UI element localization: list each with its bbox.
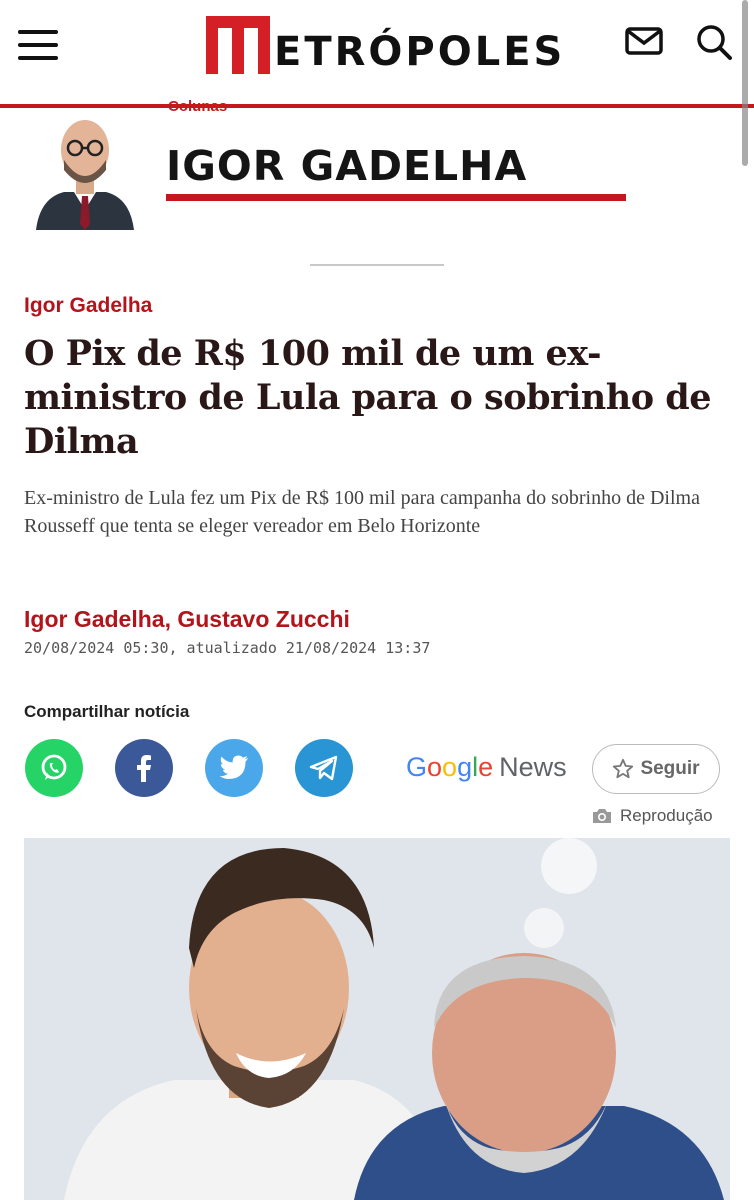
camera-icon [593,809,611,823]
whatsapp-share-button[interactable] [25,739,83,797]
twitter-share-button[interactable] [205,739,263,797]
article-photo[interactable] [24,838,730,1200]
twitter-icon [219,755,248,779]
site-header: ETRÓPOLES [0,0,754,104]
article-subtitle: Ex-ministro de Lula fez um Pix de R$ 100… [24,487,700,537]
google-letter: e [478,752,494,782]
columnist-underline [166,194,626,201]
photo-credit-text: Reprodução [620,806,713,825]
google-news-link[interactable]: Google News [406,752,567,783]
section-divider [310,264,444,266]
section-label[interactable]: Colunas [168,98,227,115]
star-icon [613,758,634,779]
columnist-avatar [34,112,136,230]
mail-icon[interactable] [624,22,664,58]
logo-m-mark [206,16,270,74]
follow-label: Seguir [640,758,700,779]
telegram-share-button[interactable] [295,739,353,797]
scrollbar[interactable] [742,0,748,166]
search-icon[interactable] [694,22,734,60]
hamburger-menu-icon[interactable] [18,30,58,62]
google-news-label: News [499,752,567,782]
columnist-name[interactable]: IGOR GADELHA [166,146,527,187]
photo-credit: Reprodução [592,806,713,826]
google-letter: G [406,752,428,782]
logo-wordmark: ETRÓPOLES [274,29,566,75]
google-wordmark: Google [406,752,493,783]
article-dateline: 20/08/2024 05:30, atualizado 21/08/2024 … [24,639,431,657]
facebook-icon [137,755,151,782]
metropoles-logo[interactable]: ETRÓPOLES [206,14,565,74]
telegram-icon [309,755,338,781]
facebook-share-button[interactable] [115,739,173,797]
header-red-rule [0,104,754,108]
article-kicker[interactable]: Igor Gadelha [24,294,152,318]
article-authors[interactable]: Igor Gadelha, Gustavo Zucchi [24,606,350,633]
article-headline: O Pix de R$ 100 mil de um ex-ministro de… [24,333,711,462]
google-letter: o [427,752,443,782]
google-letter: o [442,752,458,782]
follow-button[interactable]: Seguir [592,744,720,794]
whatsapp-icon [41,754,67,780]
share-label: Compartilhar notícia [24,702,190,721]
google-letter: g [457,752,473,782]
